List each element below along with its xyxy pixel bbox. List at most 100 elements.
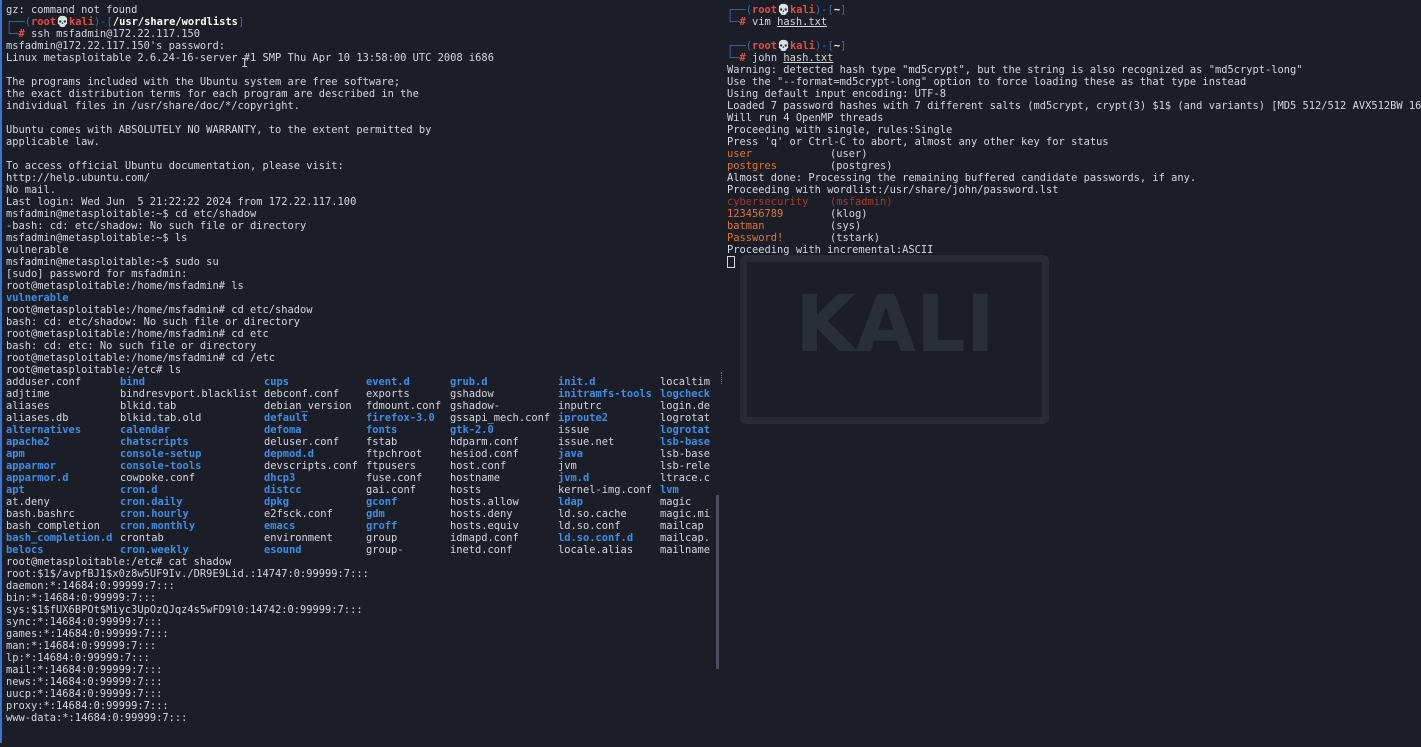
terminal-line: root@metasploitable:/home/msfadmin# cd /… <box>6 352 275 364</box>
shadow-line: bin:*:14684:0:99999:7::: <box>6 592 157 604</box>
ls-directory-entry: cron.daily <box>120 496 183 508</box>
john-output-line: Use the "--format=md5crypt-long" option … <box>727 76 1247 88</box>
ls-directory-entry: gconf <box>366 496 398 508</box>
terminal-line: root@metasploitable:/home/msfadmin# cd e… <box>6 304 313 316</box>
ls-directory-entry: initramfs-tools <box>558 388 652 400</box>
ls-file-entry: mailcap. <box>660 532 711 544</box>
shadow-line: daemon:*:14684:0:99999:7::: <box>6 580 175 592</box>
ls-file-entry: logrotat <box>660 412 711 424</box>
ls-directory-entry: groff <box>366 520 398 532</box>
ls-directory-entry: esound <box>264 544 302 556</box>
cracked-password: user <box>727 148 753 160</box>
john-output-line: Loaded 7 password hashes with 7 differen… <box>727 100 1421 112</box>
ls-file-entry: magic.mi <box>660 508 711 520</box>
cracked-username: (postgres) <box>830 160 893 172</box>
ls-directory-entry: ld.so.conf.d <box>558 532 634 544</box>
ls-directory-entry: java <box>558 448 584 460</box>
terminal-line: msfadmin@metasploitable:~$ ls <box>6 232 188 244</box>
john-output-line: Using default input encoding: UTF-8 <box>727 88 946 100</box>
terminal-line: No mail. <box>6 184 57 196</box>
ls-file-entry: hdparm.conf <box>450 436 519 448</box>
ls-directory-entry: iproute2 <box>558 412 609 424</box>
john-output-line: Warning: detected hash type "md5crypt", … <box>727 64 1303 76</box>
terminal-cursor[interactable] <box>727 256 1421 268</box>
ls-file-entry: blkid.tab.old <box>120 412 202 424</box>
ls-directory-entry: firefox-3.0 <box>366 412 435 424</box>
ls-directory-entry: emacs <box>264 520 296 532</box>
ls-file-entry: locale.alias <box>558 544 634 556</box>
ls-directory-entry: gdm <box>366 508 385 520</box>
cursor-block-icon <box>727 256 735 268</box>
prompt-header-left: ┌──(root💀kali)-[/usr/share/wordlists] <box>6 16 245 28</box>
terminal-line: root@metasploitable:/etc# ls <box>6 364 182 376</box>
cracked-credential-row: 123456789 (klog) <box>727 208 1421 220</box>
ls-directory-entry: console-tools <box>120 460 202 472</box>
shadow-line: man:*:14684:0:99999:7::: <box>6 640 157 652</box>
ls-file-entry: idmapd.conf <box>450 532 519 544</box>
shadow-line: news:*:14684:0:99999:7::: <box>6 676 163 688</box>
shadow-line: root:$1$/avpfBJ1$x0z8w5UF9Iv./DR9E9Lid.:… <box>6 568 369 580</box>
ls-file-entry: gai.conf <box>366 484 417 496</box>
ls-file-entry: group- <box>366 544 404 556</box>
ls-directory-entry: fonts <box>366 424 398 436</box>
ls-file-entry: inetd.conf <box>450 544 513 556</box>
john-output-line: Proceeding with single, rules:Single <box>727 124 953 136</box>
ls-file-entry: magic <box>660 496 692 508</box>
cracked-credential-row: Password! (tstark) <box>727 232 1421 244</box>
pane-scrollbar[interactable] <box>716 495 719 669</box>
ls-file-entry: bash.bashrc <box>6 508 75 520</box>
ls-file-entry: hostname <box>450 472 501 484</box>
ls-file-entry: adjtime <box>6 388 50 400</box>
prompt-command-right-1: └─# vim hash.txt <box>727 16 828 28</box>
ls-directory-entry: grub.d <box>450 376 488 388</box>
terminal-line: [sudo] password for msfadmin: <box>6 268 188 280</box>
cracked-credential-row: batman (sys) <box>727 220 1421 232</box>
ls-file-entry: kernel-img.conf <box>558 484 652 496</box>
shadow-line: root@metasploitable:/etc# cat shadow <box>6 556 232 568</box>
ls-file-entry: fstab <box>366 436 398 448</box>
ls-file-entry: ld.so.conf <box>558 520 621 532</box>
shadow-line: games:*:14684:0:99999:7::: <box>6 628 169 640</box>
terminal-line: msfadmin@172.22.117.150's password: <box>6 40 225 52</box>
ls-directory-entry: apparmor.d <box>6 472 69 484</box>
ls-file-entry: bindresvport.blacklist <box>120 388 258 400</box>
shadow-line: sync:*:14684:0:99999:7::: <box>6 616 163 628</box>
terminal-line: the exact distribution terms for each pr… <box>6 88 419 100</box>
ls-directory-entry: default <box>264 412 308 424</box>
ls-directory-entry: depmod.d <box>264 448 315 460</box>
left-terminal-pane[interactable]: gz: command not found ┌──(root💀kali)-[/u… <box>0 0 716 743</box>
ls-directory-entry: calendar <box>120 424 171 436</box>
cracked-password: 123456789 <box>727 208 784 220</box>
ls-file-entry: aliases.db <box>6 412 69 424</box>
pane-splitter-handle[interactable] <box>721 372 724 384</box>
shadow-line: proxy:*:14684:0:99999:7::: <box>6 700 169 712</box>
ls-directory-entry: defoma <box>264 424 302 436</box>
ls-directory-entry: event.d <box>366 376 410 388</box>
ls-file-entry: jvm <box>558 460 577 472</box>
shadow-line: sys:$1$fUX6BPOt$Miyc3UpOzQJqz4s5wFD9l0:1… <box>6 604 363 616</box>
ls-directory-entry: belocs <box>6 544 44 556</box>
ls-directory-entry: init.d <box>558 376 596 388</box>
ls-directory-entry: lvm <box>660 484 679 496</box>
prompt-command-left: └─# ssh msfadmin@172.22.117.150 <box>6 28 200 40</box>
right-terminal-pane[interactable]: ┌──(root💀kali)-[~] └─# vim hash.txt ┌──(… <box>727 0 1421 747</box>
ls-file-entry: bash_completion <box>6 520 100 532</box>
john-output-line: Almost done: Processing the remaining bu… <box>727 172 1197 184</box>
cracked-username: (tstark) <box>830 232 881 244</box>
prompt-command-right-2: └─# john hash.txt <box>727 52 834 64</box>
ls-directory-entry: lsb-base <box>660 436 711 448</box>
skull-icon: 💀 <box>777 40 791 52</box>
ls-file-entry: inputrc <box>558 400 602 412</box>
ls-file-entry: gshadow- <box>450 400 501 412</box>
ls-file-entry: hosts <box>450 484 482 496</box>
ls-file-entry: lsb-rele <box>660 460 711 472</box>
ls-file-entry: hesiod.conf <box>450 448 519 460</box>
ls-file-entry: issue <box>558 424 590 436</box>
terminal-line: The programs included with the Ubuntu sy… <box>6 76 401 88</box>
ls-file-entry: fuse.conf <box>366 472 423 484</box>
ls-file-entry: ftpusers <box>366 460 417 472</box>
shadow-line: mail:*:14684:0:99999:7::: <box>6 664 163 676</box>
ls-directory-entry: distcc <box>264 484 302 496</box>
ls-file-entry: debconf.conf <box>264 388 340 400</box>
